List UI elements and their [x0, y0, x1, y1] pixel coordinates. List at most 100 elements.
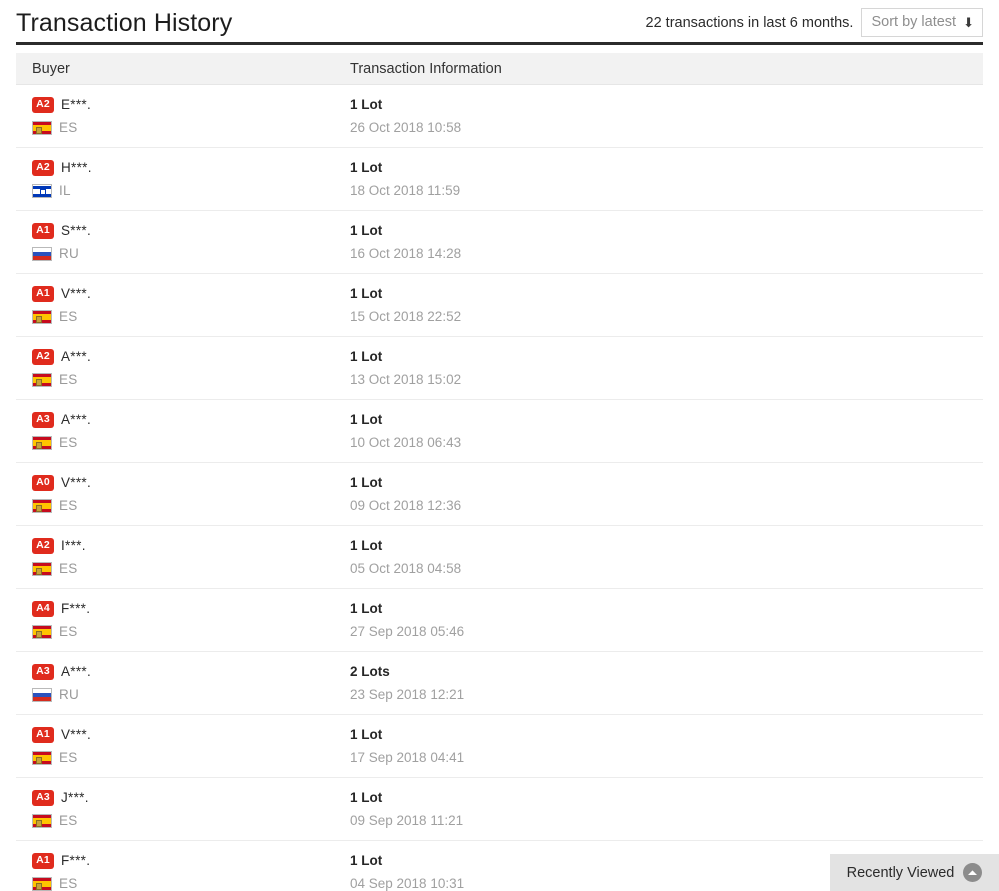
header-controls: 22 transactions in last 6 months. Sort b… [646, 8, 983, 42]
country-line: ES [32, 432, 346, 453]
table-row[interactable]: A1 V***. ES 1 Lot 15 Oct 2018 22:52 [16, 274, 983, 337]
buyer-name: I***. [61, 538, 86, 553]
country-code: ES [59, 624, 78, 639]
lot-count: 1 Lot [350, 790, 383, 805]
country-code: ES [59, 120, 78, 135]
flag-es-icon [32, 120, 52, 135]
table-row[interactable]: A3 A***. ES 1 Lot 10 Oct 2018 06:43 [16, 400, 983, 463]
buyer-name: J***. [61, 790, 89, 805]
grade-badge: A1 [32, 852, 54, 869]
lot-count: 2 Lots [350, 664, 390, 679]
transaction-timestamp: 15 Oct 2018 22:52 [350, 309, 462, 324]
lot-count: 1 Lot [350, 160, 383, 175]
flag-es-icon [32, 498, 52, 513]
lot-count: 1 Lot [350, 286, 383, 301]
flag-es-icon [32, 372, 52, 387]
buyer-line: A2 H***. [32, 157, 346, 178]
flag-es-icon [32, 435, 52, 450]
country-line: ES [32, 369, 346, 390]
buyer-line: A3 A***. [32, 661, 346, 682]
country-code: ES [59, 876, 78, 891]
country-code: ES [59, 561, 78, 576]
lot-count: 1 Lot [350, 727, 383, 742]
country-line: ES [32, 495, 346, 516]
cell-buyer: A1 V***. ES [16, 724, 346, 768]
cell-transaction-information: 1 Lot 27 Sep 2018 05:46 [346, 598, 983, 642]
sort-by-dropdown[interactable]: Sort by latest ⬇ [861, 8, 983, 37]
cell-buyer: A3 J***. ES [16, 787, 346, 831]
flag-il-icon [32, 183, 52, 198]
flag-es-icon [32, 309, 52, 324]
buyer-name: A***. [61, 412, 92, 427]
buyer-name: S***. [61, 223, 92, 238]
buyer-line: A3 A***. [32, 409, 346, 430]
buyer-line: A4 F***. [32, 598, 346, 619]
country-code: RU [59, 246, 80, 261]
transaction-timestamp: 18 Oct 2018 11:59 [350, 183, 461, 198]
transaction-timestamp: 26 Oct 2018 10:58 [350, 120, 462, 135]
country-code: ES [59, 309, 78, 324]
grade-badge: A3 [32, 411, 54, 428]
country-code: IL [59, 183, 71, 198]
buyer-name: V***. [61, 727, 92, 742]
lot-count: 1 Lot [350, 475, 383, 490]
cell-buyer: A1 V***. ES [16, 283, 346, 327]
buyer-line: A0 V***. [32, 472, 346, 493]
country-line: ES [32, 621, 346, 642]
country-line: ES [32, 558, 346, 579]
buyer-name: H***. [61, 160, 92, 175]
country-code: ES [59, 498, 78, 513]
buyer-line: A2 A***. [32, 346, 346, 367]
grade-badge: A4 [32, 600, 54, 617]
buyer-name: F***. [61, 601, 91, 616]
country-line: ES [32, 810, 346, 831]
page-title: Transaction History [16, 9, 233, 37]
lot-count: 1 Lot [350, 97, 383, 112]
table-row[interactable]: A0 V***. ES 1 Lot 09 Oct 2018 12:36 [16, 463, 983, 526]
table-row[interactable]: A2 H***. IL 1 Lot 18 Oct 2018 11:59 [16, 148, 983, 211]
cell-buyer: A4 F***. ES [16, 598, 346, 642]
table-row[interactable]: A4 F***. ES 1 Lot 27 Sep 2018 05:46 [16, 589, 983, 652]
country-code: ES [59, 813, 78, 828]
cell-transaction-information: 1 Lot 26 Oct 2018 10:58 [346, 94, 983, 138]
buyer-name: F***. [61, 853, 91, 868]
transaction-history-page: Transaction History 22 transactions in l… [0, 0, 999, 891]
buyer-name: A***. [61, 349, 92, 364]
country-line: RU [32, 684, 346, 705]
recently-viewed-label: Recently Viewed [846, 864, 955, 881]
table-row[interactable]: A1 S***. RU 1 Lot 16 Oct 2018 14:28 [16, 211, 983, 274]
country-code: ES [59, 435, 78, 450]
buyer-name: V***. [61, 286, 92, 301]
table-row[interactable]: A2 A***. ES 1 Lot 13 Oct 2018 15:02 [16, 337, 983, 400]
grade-badge: A2 [32, 96, 54, 113]
buyer-name: E***. [61, 97, 92, 112]
country-code: RU [59, 687, 80, 702]
cell-transaction-information: 1 Lot 10 Oct 2018 06:43 [346, 409, 983, 453]
cell-transaction-information: 1 Lot 09 Sep 2018 11:21 [346, 787, 983, 831]
grade-badge: A2 [32, 159, 54, 176]
table-row[interactable]: A2 E***. ES 1 Lot 26 Oct 2018 10:58 [16, 85, 983, 148]
chevron-up-circle-icon[interactable] [963, 863, 983, 882]
table-row[interactable]: A1 V***. ES 1 Lot 17 Sep 2018 04:41 [16, 715, 983, 778]
cell-buyer: A1 S***. RU [16, 220, 346, 264]
table-body: A2 E***. ES 1 Lot 26 Oct 2018 10:58 A2 H***. IL… [16, 85, 983, 891]
cell-transaction-information: 1 Lot 09 Oct 2018 12:36 [346, 472, 983, 516]
table-row[interactable]: A2 I***. ES 1 Lot 05 Oct 2018 04:58 [16, 526, 983, 589]
table-header-row: Buyer Transaction Information [16, 53, 983, 85]
recently-viewed-widget[interactable]: Recently Viewed [830, 854, 999, 891]
transaction-timestamp: 17 Sep 2018 04:41 [350, 750, 465, 765]
grade-badge: A2 [32, 537, 54, 554]
table-row[interactable]: A3 A***. RU 2 Lots 23 Sep 2018 12:21 [16, 652, 983, 715]
transaction-timestamp: 09 Sep 2018 11:21 [350, 813, 464, 828]
flag-ru-icon [32, 687, 52, 702]
transaction-timestamp: 27 Sep 2018 05:46 [350, 624, 465, 639]
country-line: ES [32, 873, 346, 891]
buyer-line: A3 J***. [32, 787, 346, 808]
buyer-line: A2 E***. [32, 94, 346, 115]
lot-count: 1 Lot [350, 349, 383, 364]
transaction-timestamp: 23 Sep 2018 12:21 [350, 687, 465, 702]
table-row[interactable]: A3 J***. ES 1 Lot 09 Sep 2018 11:21 [16, 778, 983, 841]
grade-badge: A1 [32, 726, 54, 743]
grade-badge: A3 [32, 663, 54, 680]
country-code: ES [59, 372, 78, 387]
